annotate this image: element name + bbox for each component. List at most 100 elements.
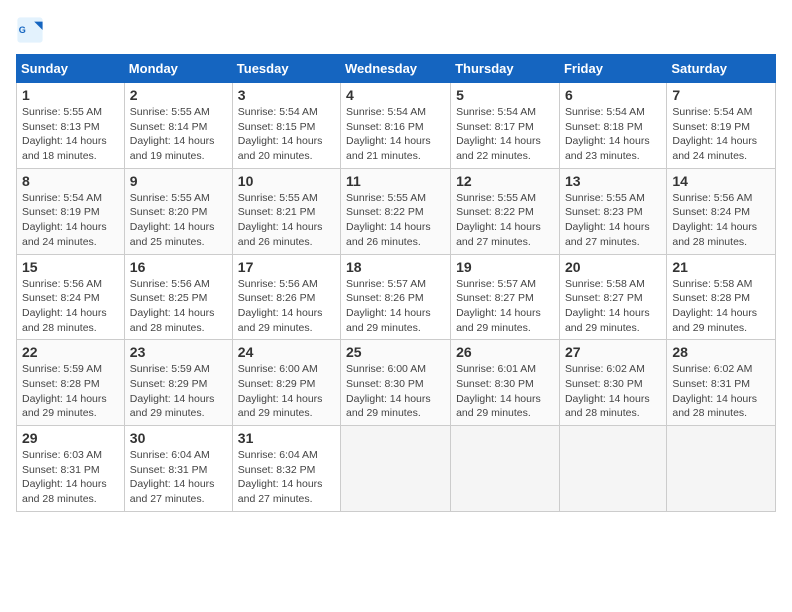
day-detail: Sunrise: 6:04 AMSunset: 8:31 PMDaylight:…	[130, 449, 215, 505]
day-detail: Sunrise: 5:54 AMSunset: 8:16 PMDaylight:…	[346, 106, 431, 162]
day-number: 13	[565, 173, 661, 189]
day-number: 26	[456, 344, 554, 360]
day-detail: Sunrise: 5:55 AMSunset: 8:20 PMDaylight:…	[130, 192, 215, 248]
calendar-cell: 30 Sunrise: 6:04 AMSunset: 8:31 PMDaylig…	[124, 426, 232, 512]
week-row-4: 22 Sunrise: 5:59 AMSunset: 8:28 PMDaylig…	[17, 340, 776, 426]
day-number: 5	[456, 87, 554, 103]
day-number: 14	[672, 173, 770, 189]
header: G	[16, 16, 776, 44]
day-detail: Sunrise: 6:02 AMSunset: 8:31 PMDaylight:…	[672, 363, 757, 419]
logo: G	[16, 16, 48, 44]
logo-icon: G	[16, 16, 44, 44]
calendar-cell: 18 Sunrise: 5:57 AMSunset: 8:26 PMDaylig…	[341, 254, 451, 340]
day-number: 21	[672, 259, 770, 275]
week-row-3: 15 Sunrise: 5:56 AMSunset: 8:24 PMDaylig…	[17, 254, 776, 340]
day-number: 10	[238, 173, 335, 189]
week-row-1: 1 Sunrise: 5:55 AMSunset: 8:13 PMDayligh…	[17, 83, 776, 169]
column-header-wednesday: Wednesday	[341, 55, 451, 83]
week-row-5: 29 Sunrise: 6:03 AMSunset: 8:31 PMDaylig…	[17, 426, 776, 512]
calendar-cell: 19 Sunrise: 5:57 AMSunset: 8:27 PMDaylig…	[451, 254, 560, 340]
day-detail: Sunrise: 5:54 AMSunset: 8:19 PMDaylight:…	[22, 192, 107, 248]
column-header-monday: Monday	[124, 55, 232, 83]
calendar-cell	[667, 426, 776, 512]
column-header-tuesday: Tuesday	[232, 55, 340, 83]
day-detail: Sunrise: 5:55 AMSunset: 8:22 PMDaylight:…	[346, 192, 431, 248]
day-number: 6	[565, 87, 661, 103]
day-number: 12	[456, 173, 554, 189]
day-number: 19	[456, 259, 554, 275]
day-detail: Sunrise: 5:56 AMSunset: 8:24 PMDaylight:…	[22, 278, 107, 334]
day-detail: Sunrise: 5:59 AMSunset: 8:29 PMDaylight:…	[130, 363, 215, 419]
day-detail: Sunrise: 6:00 AMSunset: 8:29 PMDaylight:…	[238, 363, 323, 419]
day-detail: Sunrise: 6:03 AMSunset: 8:31 PMDaylight:…	[22, 449, 107, 505]
day-number: 25	[346, 344, 445, 360]
calendar-cell	[341, 426, 451, 512]
calendar-cell: 3 Sunrise: 5:54 AMSunset: 8:15 PMDayligh…	[232, 83, 340, 169]
day-number: 16	[130, 259, 227, 275]
week-row-2: 8 Sunrise: 5:54 AMSunset: 8:19 PMDayligh…	[17, 168, 776, 254]
day-number: 20	[565, 259, 661, 275]
calendar-cell: 25 Sunrise: 6:00 AMSunset: 8:30 PMDaylig…	[341, 340, 451, 426]
day-number: 17	[238, 259, 335, 275]
day-number: 30	[130, 430, 227, 446]
calendar-cell: 26 Sunrise: 6:01 AMSunset: 8:30 PMDaylig…	[451, 340, 560, 426]
day-number: 28	[672, 344, 770, 360]
day-detail: Sunrise: 5:55 AMSunset: 8:21 PMDaylight:…	[238, 192, 323, 248]
calendar-cell: 8 Sunrise: 5:54 AMSunset: 8:19 PMDayligh…	[17, 168, 125, 254]
calendar-cell	[559, 426, 666, 512]
day-number: 24	[238, 344, 335, 360]
day-number: 7	[672, 87, 770, 103]
day-number: 18	[346, 259, 445, 275]
day-detail: Sunrise: 6:01 AMSunset: 8:30 PMDaylight:…	[456, 363, 541, 419]
calendar-cell: 2 Sunrise: 5:55 AMSunset: 8:14 PMDayligh…	[124, 83, 232, 169]
day-detail: Sunrise: 5:59 AMSunset: 8:28 PMDaylight:…	[22, 363, 107, 419]
day-detail: Sunrise: 5:56 AMSunset: 8:26 PMDaylight:…	[238, 278, 323, 334]
column-header-thursday: Thursday	[451, 55, 560, 83]
calendar-cell: 22 Sunrise: 5:59 AMSunset: 8:28 PMDaylig…	[17, 340, 125, 426]
day-detail: Sunrise: 5:57 AMSunset: 8:27 PMDaylight:…	[456, 278, 541, 334]
calendar-cell: 6 Sunrise: 5:54 AMSunset: 8:18 PMDayligh…	[559, 83, 666, 169]
column-header-saturday: Saturday	[667, 55, 776, 83]
svg-text:G: G	[19, 25, 26, 35]
day-number: 22	[22, 344, 119, 360]
day-number: 2	[130, 87, 227, 103]
calendar-cell: 28 Sunrise: 6:02 AMSunset: 8:31 PMDaylig…	[667, 340, 776, 426]
day-detail: Sunrise: 5:54 AMSunset: 8:17 PMDaylight:…	[456, 106, 541, 162]
day-detail: Sunrise: 5:54 AMSunset: 8:15 PMDaylight:…	[238, 106, 323, 162]
day-detail: Sunrise: 5:55 AMSunset: 8:14 PMDaylight:…	[130, 106, 215, 162]
day-number: 15	[22, 259, 119, 275]
calendar-cell: 20 Sunrise: 5:58 AMSunset: 8:27 PMDaylig…	[559, 254, 666, 340]
calendar-cell: 31 Sunrise: 6:04 AMSunset: 8:32 PMDaylig…	[232, 426, 340, 512]
calendar-cell: 7 Sunrise: 5:54 AMSunset: 8:19 PMDayligh…	[667, 83, 776, 169]
day-detail: Sunrise: 5:57 AMSunset: 8:26 PMDaylight:…	[346, 278, 431, 334]
calendar-cell: 14 Sunrise: 5:56 AMSunset: 8:24 PMDaylig…	[667, 168, 776, 254]
calendar-cell: 24 Sunrise: 6:00 AMSunset: 8:29 PMDaylig…	[232, 340, 340, 426]
column-headers: SundayMondayTuesdayWednesdayThursdayFrid…	[17, 55, 776, 83]
calendar-cell: 23 Sunrise: 5:59 AMSunset: 8:29 PMDaylig…	[124, 340, 232, 426]
day-number: 29	[22, 430, 119, 446]
column-header-friday: Friday	[559, 55, 666, 83]
calendar-cell: 11 Sunrise: 5:55 AMSunset: 8:22 PMDaylig…	[341, 168, 451, 254]
day-detail: Sunrise: 5:55 AMSunset: 8:23 PMDaylight:…	[565, 192, 650, 248]
day-number: 1	[22, 87, 119, 103]
calendar-cell: 10 Sunrise: 5:55 AMSunset: 8:21 PMDaylig…	[232, 168, 340, 254]
calendar-cell: 1 Sunrise: 5:55 AMSunset: 8:13 PMDayligh…	[17, 83, 125, 169]
calendar-cell: 21 Sunrise: 5:58 AMSunset: 8:28 PMDaylig…	[667, 254, 776, 340]
day-number: 4	[346, 87, 445, 103]
calendar-body: 1 Sunrise: 5:55 AMSunset: 8:13 PMDayligh…	[17, 83, 776, 512]
day-detail: Sunrise: 5:54 AMSunset: 8:18 PMDaylight:…	[565, 106, 650, 162]
day-number: 31	[238, 430, 335, 446]
day-detail: Sunrise: 5:55 AMSunset: 8:22 PMDaylight:…	[456, 192, 541, 248]
calendar-cell: 13 Sunrise: 5:55 AMSunset: 8:23 PMDaylig…	[559, 168, 666, 254]
day-detail: Sunrise: 6:02 AMSunset: 8:30 PMDaylight:…	[565, 363, 650, 419]
day-number: 8	[22, 173, 119, 189]
day-number: 3	[238, 87, 335, 103]
column-header-sunday: Sunday	[17, 55, 125, 83]
calendar-cell: 5 Sunrise: 5:54 AMSunset: 8:17 PMDayligh…	[451, 83, 560, 169]
day-detail: Sunrise: 6:00 AMSunset: 8:30 PMDaylight:…	[346, 363, 431, 419]
calendar-cell	[451, 426, 560, 512]
calendar-cell: 27 Sunrise: 6:02 AMSunset: 8:30 PMDaylig…	[559, 340, 666, 426]
day-detail: Sunrise: 5:56 AMSunset: 8:25 PMDaylight:…	[130, 278, 215, 334]
day-detail: Sunrise: 5:56 AMSunset: 8:24 PMDaylight:…	[672, 192, 757, 248]
calendar-cell: 17 Sunrise: 5:56 AMSunset: 8:26 PMDaylig…	[232, 254, 340, 340]
